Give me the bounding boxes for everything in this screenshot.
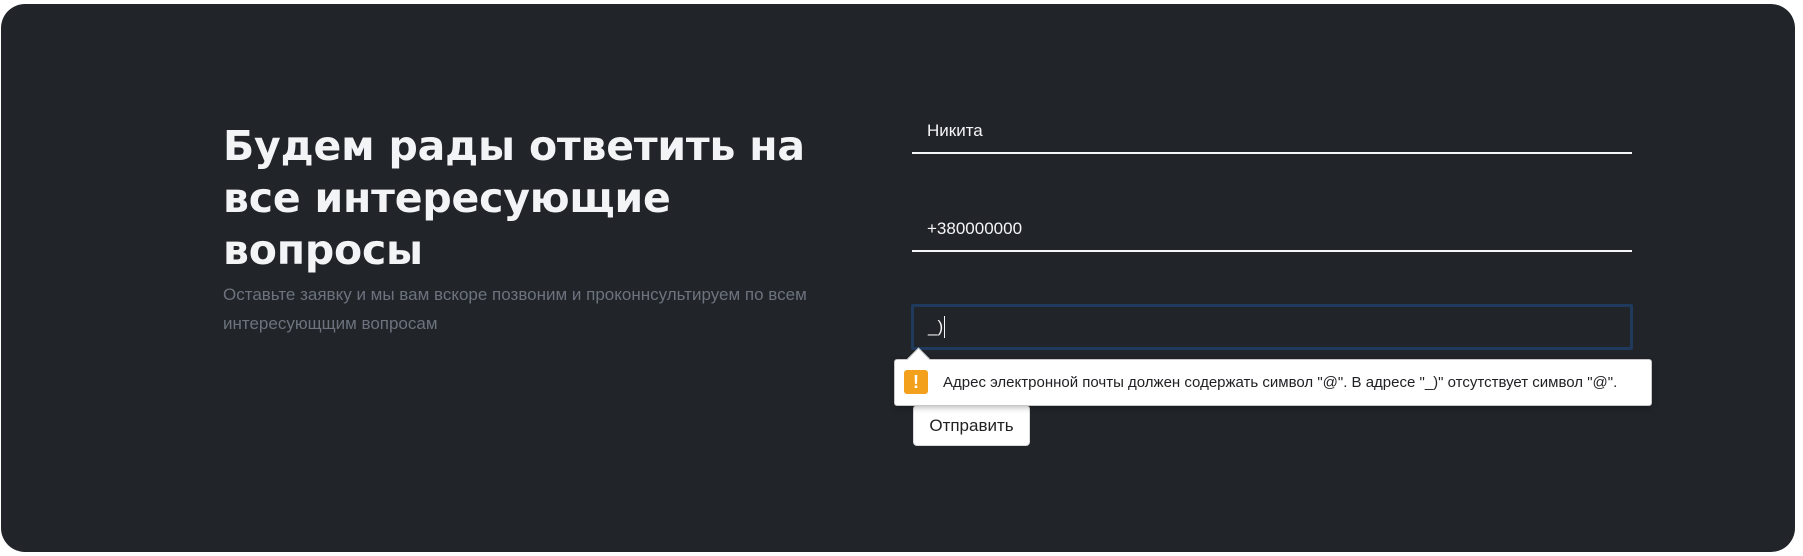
name-field[interactable]: Никита [912, 112, 1632, 154]
validation-message: Адрес электронной почты должен содержать… [943, 374, 1618, 391]
phone-field[interactable]: +380000000 [912, 210, 1632, 252]
phone-field-value: +380000000 [927, 219, 1023, 238]
validation-tooltip: ! Адрес электронной почты должен содержа… [894, 347, 1652, 406]
contact-section: Будем рады ответить на все интересующие … [1, 4, 1795, 552]
name-field-value: Никита [927, 121, 983, 140]
text-caret [944, 316, 946, 338]
submit-button[interactable]: Отправить [913, 405, 1030, 446]
warning-icon: ! [904, 370, 928, 394]
section-heading: Будем рады ответить на все интересующие … [223, 122, 805, 274]
email-field[interactable]: _) [911, 304, 1633, 350]
email-field-value: _) [928, 316, 946, 338]
section-subtext: Оставьте заявку и мы вам вскоре позвоним… [223, 285, 807, 333]
email-field-text: _) [928, 317, 944, 336]
